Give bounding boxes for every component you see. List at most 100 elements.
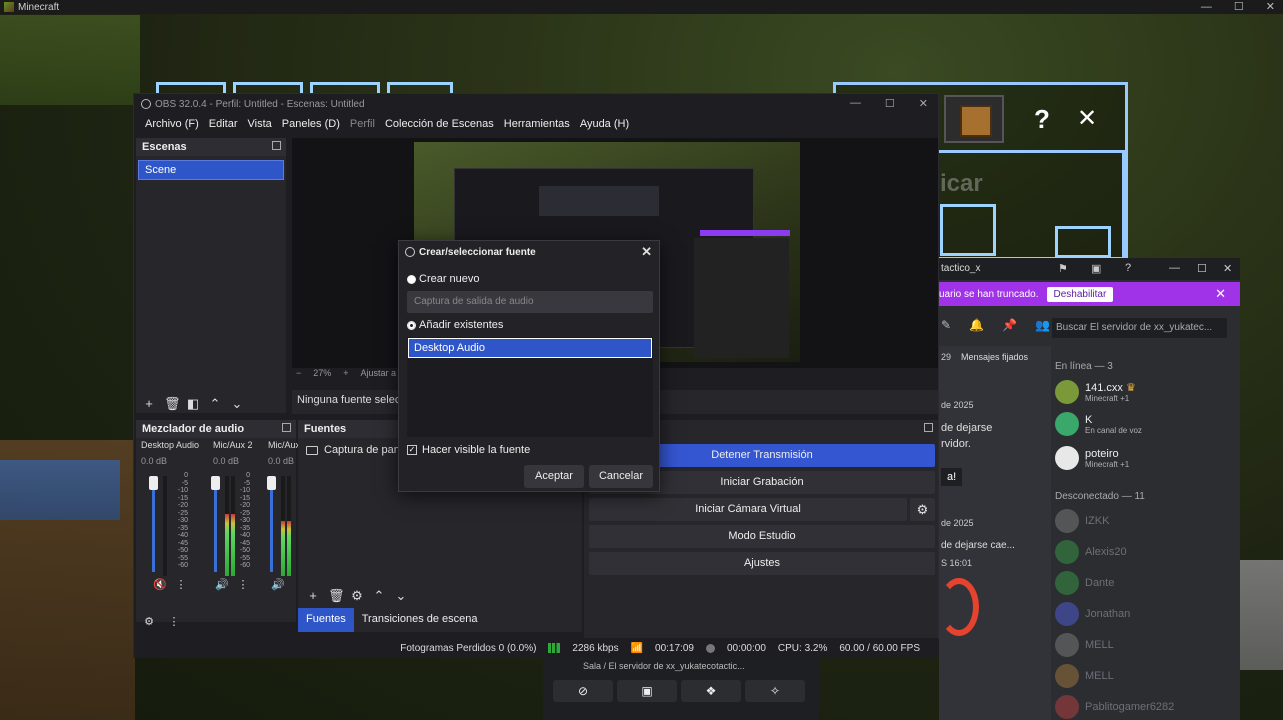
existing-source-item[interactable]: Desktop Audio xyxy=(408,338,652,358)
help-icon[interactable]: ? xyxy=(1125,262,1131,274)
undock-icon[interactable] xyxy=(282,423,291,432)
minimize-icon[interactable]: — xyxy=(1201,0,1212,14)
menu-edit[interactable]: Editar xyxy=(204,116,243,134)
pin-icon[interactable]: 📌 xyxy=(1002,318,1017,332)
maximize-icon[interactable]: ☐ xyxy=(1234,0,1244,14)
settings-button[interactable]: Ajustes xyxy=(589,552,935,575)
close-icon[interactable]: ✕ xyxy=(919,97,928,110)
server-search-input[interactable]: Buscar El servidor de xx_yukatec... xyxy=(1052,318,1227,338)
filter-icon[interactable]: ◧ xyxy=(186,396,200,412)
minimize-icon[interactable]: — xyxy=(850,97,861,110)
menu-tools[interactable]: Herramientas xyxy=(499,116,575,134)
member-item[interactable]: K En canal de voz xyxy=(1055,412,1142,436)
member-item[interactable]: 141.cxx ♛ Minecraft +1 xyxy=(1055,380,1136,404)
menu-scene-collection[interactable]: Colección de Escenas xyxy=(380,116,499,134)
new-source-name-input[interactable]: Captura de salida de audio xyxy=(407,291,653,313)
minecraft-terrain xyxy=(0,15,140,105)
start-virtual-camera-button[interactable]: Iniciar Cámara Virtual xyxy=(589,498,907,521)
add-existing-option[interactable]: Añadir existentes xyxy=(407,319,503,331)
close-icon[interactable]: ✕ xyxy=(1223,262,1232,275)
move-down-icon[interactable]: ⌄ xyxy=(394,588,408,604)
maximize-icon[interactable]: ☐ xyxy=(885,97,895,110)
disable-button[interactable]: Deshabilitar xyxy=(1046,286,1114,302)
more-options-icon[interactable]: ⋮ xyxy=(236,578,250,592)
volume-fader[interactable] xyxy=(267,476,276,572)
maximize-icon[interactable]: ☐ xyxy=(1197,262,1207,275)
help-icon[interactable]: ? xyxy=(1034,104,1050,135)
more-options-icon[interactable]: ⋮ xyxy=(167,615,181,629)
menu-view[interactable]: Vista xyxy=(243,116,277,134)
muted-speaker-icon[interactable]: 🔇 xyxy=(153,578,167,592)
trash-icon[interactable]: 🗑 xyxy=(328,588,345,604)
virtual-camera-settings-icon[interactable]: ⚙ xyxy=(910,498,935,521)
member-item[interactable]: MELL xyxy=(1055,633,1114,657)
members-icon[interactable]: 👥 xyxy=(1035,318,1050,332)
volume-fader[interactable] xyxy=(149,476,158,572)
scale-tick: -50 xyxy=(239,547,250,554)
menu-help[interactable]: Ayuda (H) xyxy=(575,116,634,134)
menu-file[interactable]: Archivo (F) xyxy=(140,116,204,134)
radio-button[interactable] xyxy=(407,274,416,284)
volume-fader[interactable] xyxy=(211,476,220,572)
minimize-icon[interactable]: — xyxy=(1169,262,1180,274)
tab-scene-transitions[interactable]: Transiciones de escena xyxy=(354,608,486,632)
ok-button[interactable]: Aceptar xyxy=(524,465,584,488)
add-icon[interactable]: + xyxy=(142,396,156,412)
close-icon[interactable]: ✕ xyxy=(641,244,652,260)
checkbox-checked[interactable]: ✓ xyxy=(407,445,417,455)
member-item[interactable]: MELL xyxy=(1055,664,1114,688)
member-item[interactable]: Pablitogamer6282 xyxy=(1055,695,1174,719)
member-name: K xyxy=(1085,413,1093,426)
bell-icon[interactable]: 🔔 xyxy=(969,318,984,332)
studio-mode-button[interactable]: Modo Estudio xyxy=(589,525,935,548)
scene-list-item[interactable]: Scene xyxy=(138,160,284,180)
scale-tick: -45 xyxy=(239,539,250,547)
mixer-settings-icon[interactable]: ⚙ xyxy=(142,615,156,629)
create-select-source-dialog: Crear/seleccionar fuente ✕ Crear nuevo C… xyxy=(398,240,660,492)
radio-button-selected[interactable] xyxy=(407,320,416,330)
screen-share-icon[interactable]: ▣ xyxy=(617,680,677,702)
zoom-out-icon[interactable]: − xyxy=(296,368,301,382)
gear-icon[interactable]: ⚙ xyxy=(350,588,364,604)
member-item[interactable]: Alexis20 xyxy=(1055,540,1127,564)
cancel-button[interactable]: Cancelar xyxy=(589,465,653,488)
flag-icon[interactable]: ⚑ xyxy=(1058,262,1068,275)
chat-button[interactable]: a! xyxy=(941,468,963,486)
move-up-icon[interactable]: ⌃ xyxy=(372,588,386,604)
make-visible-option[interactable]: ✓ Hacer visible la fuente xyxy=(407,444,530,456)
pinned-messages[interactable]: Mensajes fijados xyxy=(961,352,1028,362)
move-up-icon[interactable]: ⌃ xyxy=(208,396,222,412)
close-icon[interactable]: ✕ xyxy=(1077,104,1097,133)
close-icon[interactable]: ✕ xyxy=(1215,286,1226,302)
menu-docks[interactable]: Paneles (D) xyxy=(277,116,345,134)
trash-icon[interactable]: 🗑 xyxy=(164,396,181,412)
camera-off-icon[interactable]: ⊘ xyxy=(553,680,613,702)
more-options-icon[interactable]: ⋮ xyxy=(174,578,188,592)
menu-profile[interactable]: Perfil xyxy=(345,116,380,134)
member-item[interactable]: Jonathan xyxy=(1055,602,1130,626)
sticker-image xyxy=(939,578,979,636)
tab-sources[interactable]: Fuentes xyxy=(298,608,354,632)
inbox-icon[interactable]: ▣ xyxy=(1091,262,1101,275)
threads-icon[interactable]: ✎ xyxy=(941,318,951,332)
existing-sources-list[interactable]: Desktop Audio xyxy=(407,337,653,437)
record-icon xyxy=(705,643,715,653)
member-name: Dante xyxy=(1085,577,1115,589)
member-item[interactable]: IZKK xyxy=(1055,509,1109,533)
undock-icon[interactable] xyxy=(924,423,933,432)
member-item[interactable]: Dante xyxy=(1055,571,1114,595)
member-item[interactable]: poteiro Minecraft +1 xyxy=(1055,446,1129,470)
undock-icon[interactable] xyxy=(272,141,281,150)
soundboard-icon[interactable]: ✧ xyxy=(745,680,805,702)
activities-icon[interactable]: ❖ xyxy=(681,680,741,702)
signal-icon xyxy=(548,643,561,653)
move-down-icon[interactable]: ⌄ xyxy=(230,396,244,412)
fit-button[interactable]: Ajustar a xyxy=(361,368,397,382)
zoom-in-icon[interactable]: + xyxy=(343,368,348,382)
speaker-icon[interactable]: 🔊 xyxy=(271,578,285,592)
speaker-icon[interactable]: 🔊 xyxy=(215,578,229,592)
add-icon[interactable]: + xyxy=(306,588,320,604)
create-new-option[interactable]: Crear nuevo xyxy=(407,273,480,285)
close-icon[interactable]: ✕ xyxy=(1266,0,1275,14)
avatar xyxy=(1055,633,1079,657)
